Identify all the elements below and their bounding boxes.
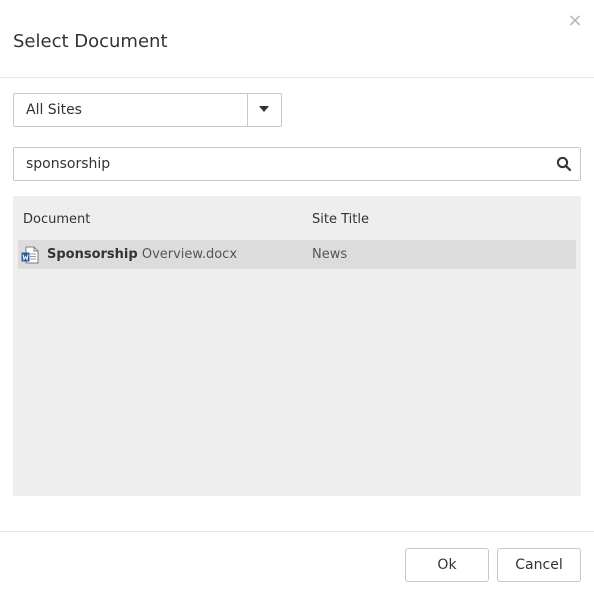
site-filter-toggle-button[interactable] bbox=[247, 94, 281, 126]
cancel-button[interactable]: Cancel bbox=[497, 548, 581, 582]
word-document-icon bbox=[21, 246, 39, 264]
select-document-dialog: Select Document × All Sites Document Sit… bbox=[0, 0, 594, 594]
caret-down-icon bbox=[259, 106, 269, 112]
results-panel: Document Site Title Sponsorship Overview… bbox=[13, 196, 581, 496]
document-name: Sponsorship Overview.docx bbox=[47, 240, 237, 269]
dialog-header: Select Document × bbox=[0, 0, 594, 78]
site-filter-value: All Sites bbox=[26, 102, 82, 118]
document-name-rest: Overview.docx bbox=[137, 247, 238, 262]
search-box bbox=[13, 147, 581, 181]
column-header-document: Document bbox=[23, 212, 91, 227]
search-input[interactable] bbox=[14, 148, 544, 180]
site-title-cell: News bbox=[312, 247, 348, 262]
search-icon[interactable] bbox=[556, 156, 572, 172]
table-row[interactable]: Sponsorship Overview.docx News bbox=[18, 240, 576, 269]
site-filter-dropdown[interactable]: All Sites bbox=[13, 93, 282, 127]
dialog-footer: Ok Cancel bbox=[0, 531, 594, 594]
ok-button[interactable]: Ok bbox=[405, 548, 489, 582]
document-name-match: Sponsorship bbox=[47, 247, 138, 262]
close-icon[interactable]: × bbox=[565, 11, 585, 31]
dialog-title: Select Document bbox=[13, 31, 168, 52]
column-header-site-title: Site Title bbox=[312, 212, 369, 227]
